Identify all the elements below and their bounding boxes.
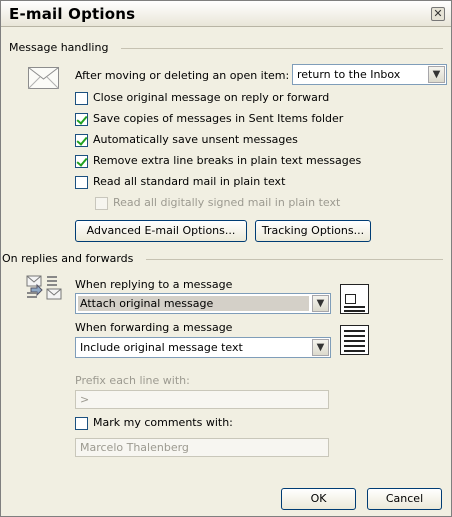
forward-label: When forwarding a message <box>75 321 233 334</box>
advanced-email-options-button[interactable]: Advanced E-mail Options... <box>75 220 247 242</box>
chevron-down-icon[interactable]: ▼ <box>428 66 445 83</box>
preview-line <box>344 350 365 352</box>
after-moving-label: After moving or deleting an open item: <box>75 69 290 82</box>
preview-line <box>344 330 365 332</box>
autosave-unsent-label: Automatically save unsent messages <box>93 133 298 146</box>
close-original-label: Close original message on reply or forwa… <box>93 91 330 104</box>
envelope-icon <box>28 67 59 89</box>
prefix-input: > <box>75 390 329 409</box>
forward-preview-icon <box>340 325 369 355</box>
reply-select[interactable]: Attach original message ▼ <box>75 293 331 314</box>
group-divider <box>121 48 443 49</box>
reply-value: Attach original message <box>80 297 214 310</box>
reply-preview-icon <box>340 284 369 314</box>
remove-line-breaks-checkbox[interactable] <box>75 155 88 168</box>
after-moving-value: return to the Inbox <box>297 68 401 81</box>
reply-forward-icon <box>25 273 65 301</box>
after-moving-select[interactable]: return to the Inbox ▼ <box>292 64 447 85</box>
mark-comments-label: Mark my comments with: <box>93 416 233 429</box>
read-signed-plain-text-label: Read all digitally signed mail in plain … <box>113 196 341 209</box>
group-divider <box>146 259 443 260</box>
forward-select[interactable]: Include original message text ▼ <box>75 337 331 358</box>
email-options-dialog: E-mail Options ✕ Message handling After … <box>0 0 452 517</box>
preview-line <box>344 340 365 342</box>
dialog-title: E-mail Options <box>9 5 136 23</box>
preview-line <box>344 345 365 347</box>
title-bar: E-mail Options ✕ <box>1 1 451 27</box>
preview-line <box>344 335 365 337</box>
mark-comments-input: Marcelo Thalenberg <box>75 438 329 457</box>
close-icon: ✕ <box>433 7 443 20</box>
read-signed-plain-text-checkbox <box>95 197 108 210</box>
reply-label: When replying to a message <box>75 278 233 291</box>
prefix-label: Prefix each line with: <box>75 374 190 387</box>
read-plain-text-checkbox[interactable] <box>75 176 88 189</box>
read-plain-text-label: Read all standard mail in plain text <box>93 175 286 188</box>
ok-button[interactable]: OK <box>281 488 356 510</box>
tracking-options-button[interactable]: Tracking Options... <box>255 220 371 242</box>
attachment-frame <box>345 294 356 304</box>
remove-line-breaks-label: Remove extra line breaks in plain text m… <box>93 154 362 167</box>
close-button[interactable]: ✕ <box>431 7 445 21</box>
group-label-replies-forwards: On replies and forwards <box>2 252 138 265</box>
cancel-button[interactable]: Cancel <box>367 488 442 510</box>
preview-line <box>344 310 365 312</box>
mark-comments-checkbox[interactable] <box>75 417 88 430</box>
chevron-down-icon[interactable]: ▼ <box>312 339 329 356</box>
group-label-message-handling: Message handling <box>9 41 113 54</box>
save-copies-checkbox[interactable] <box>75 113 88 126</box>
close-original-checkbox[interactable] <box>75 92 88 105</box>
preview-line <box>344 306 365 308</box>
chevron-down-icon[interactable]: ▼ <box>312 295 329 312</box>
save-copies-label: Save copies of messages in Sent Items fo… <box>93 112 344 125</box>
autosave-unsent-checkbox[interactable] <box>75 134 88 147</box>
forward-value: Include original message text <box>80 341 243 354</box>
